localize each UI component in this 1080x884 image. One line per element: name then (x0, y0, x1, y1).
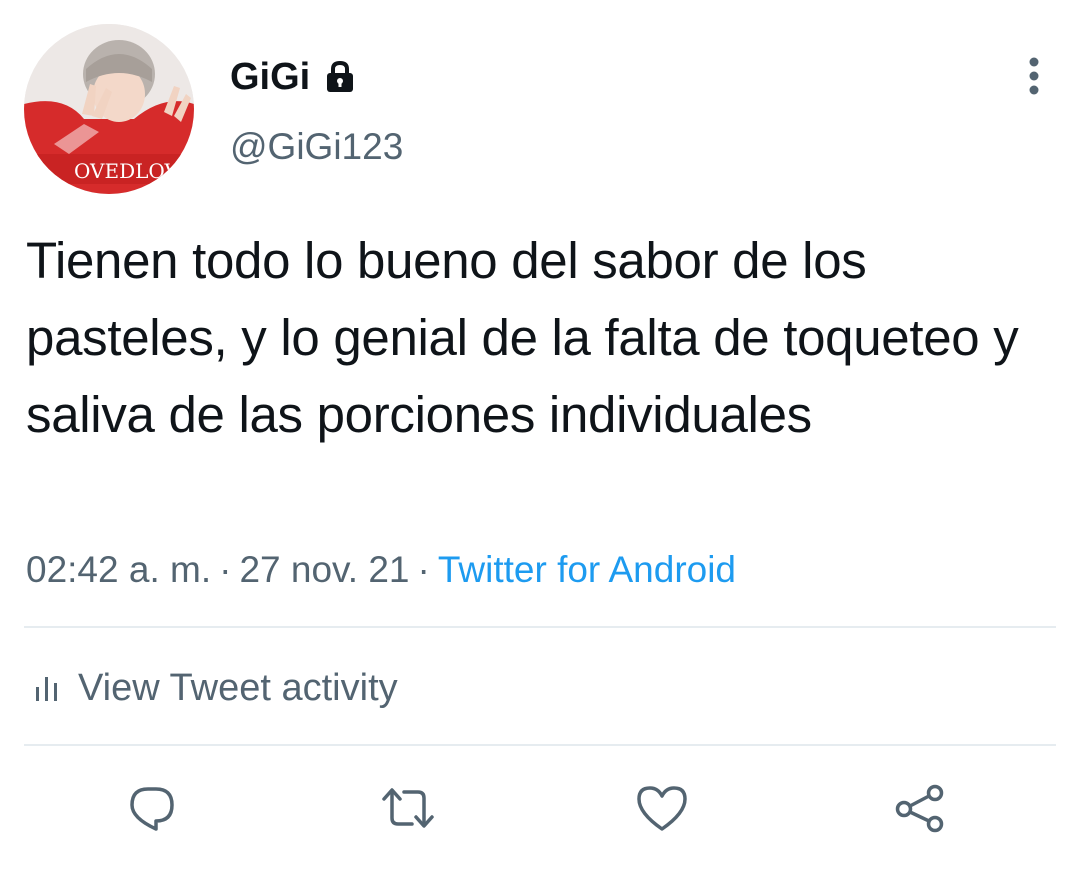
tweet-source-link[interactable]: Twitter for Android (438, 549, 736, 590)
avatar[interactable]: OVEDLOVE (24, 24, 194, 194)
meta-separator: · (417, 549, 430, 590)
tweet-metadata: 02:42 a. m. · 27 nov. 21 · Twitter for Andro… (26, 546, 736, 594)
retweet-icon (378, 782, 438, 839)
divider (24, 744, 1056, 746)
retweet-button[interactable] (378, 780, 438, 840)
heart-icon (635, 783, 689, 838)
tweet-date[interactable]: 27 nov. 21 (239, 549, 409, 590)
like-button[interactable] (632, 780, 692, 840)
tweet-actions-bar (0, 780, 1080, 840)
reply-icon (126, 782, 178, 839)
more-options-icon[interactable] (1018, 56, 1050, 96)
reply-button[interactable] (122, 780, 182, 840)
author-display-name[interactable]: GiGi (230, 54, 356, 100)
display-name-text[interactable]: GiGi (230, 54, 310, 100)
divider (24, 626, 1056, 628)
lock-icon (324, 60, 356, 94)
tweet-text: Tienen todo lo bueno del sabor de los pa… (26, 232, 1019, 443)
share-button[interactable] (890, 780, 950, 840)
meta-separator: · (219, 549, 232, 590)
view-tweet-activity-button[interactable]: View Tweet activity (34, 664, 398, 712)
analytics-bars-icon (34, 673, 60, 703)
view-tweet-activity-label: View Tweet activity (78, 667, 398, 709)
share-icon (893, 782, 947, 839)
author-handle[interactable]: @GiGi123 (230, 124, 403, 170)
tweet-time[interactable]: 02:42 a. m. (26, 549, 211, 590)
avatar-shirt-text: OVEDLOVE (74, 159, 194, 183)
